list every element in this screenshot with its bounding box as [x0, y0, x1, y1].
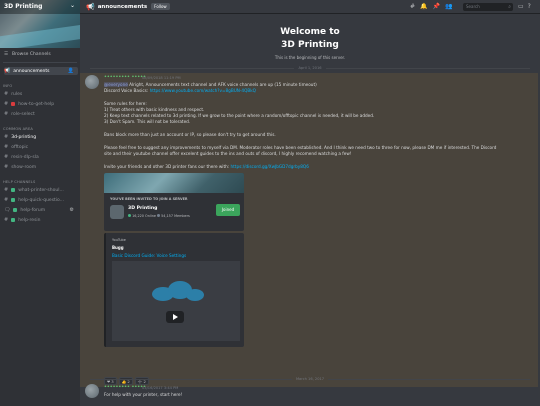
forum-icon: 🗨: [4, 207, 11, 213]
search-input[interactable]: Search ⌕: [463, 3, 513, 11]
hash-icon: #: [4, 144, 9, 150]
sidebar-item-show-room[interactable]: # show-room: [4, 163, 78, 171]
avatar[interactable]: [85, 384, 99, 398]
video-thumbnail[interactable]: [112, 261, 240, 341]
checkmark-icon: [11, 198, 16, 202]
hash-icon: #: [4, 154, 9, 160]
invite-icon[interactable]: 👤: [68, 68, 74, 74]
sidebar-item-help-quick-questions[interactable]: # help-quick-questio...: [4, 196, 78, 204]
everyone-mention[interactable]: @everyone: [104, 82, 128, 87]
checkmark-icon: [13, 208, 18, 212]
help-icon[interactable]: ?: [528, 3, 531, 10]
message-line: 1) Treat others with basic kindness and …: [104, 107, 205, 112]
hash-icon: #: [4, 134, 9, 140]
hash-icon: #: [4, 197, 9, 203]
server-invite-embed: YOU'VE BEEN INVITED TO JOIN A SERVER 3D …: [104, 173, 244, 231]
youtube-link[interactable]: https://www.youtube.com/watch?v=8gBUN-4Q…: [150, 88, 256, 93]
message-line: 3) Don't Spam. This will not be tolerate…: [104, 119, 191, 124]
sidebar-item-what-printer[interactable]: # what-printer-shoul...: [4, 186, 78, 194]
bell-icon[interactable]: 🔔: [420, 3, 427, 10]
video-author[interactable]: Bugg: [112, 245, 124, 250]
hash-icon: #: [4, 217, 9, 223]
message-author[interactable]: ••••••••• •••••: [104, 385, 146, 390]
category-common-area[interactable]: COMMON AREA: [3, 127, 33, 131]
avatar[interactable]: [85, 75, 99, 89]
message-author[interactable]: ••••••••• •••••: [104, 75, 146, 80]
message-line: Please feel free to suggest any improvem…: [104, 145, 497, 150]
chevron-down-icon[interactable]: ⌄: [70, 2, 75, 9]
message-timestamp: 08/09/2018 11:19 PM: [142, 76, 181, 80]
server-icon[interactable]: [110, 205, 124, 219]
server-name[interactable]: 3D Printing: [4, 3, 42, 10]
message-line: site and their youtube channel offer exc…: [104, 151, 352, 156]
message-line: For help with your printer, start here!: [104, 392, 183, 397]
welcome-heading: Welcome to: [280, 27, 340, 37]
welcome-subtitle: This is the beginning of this server.: [274, 55, 346, 60]
message-line: Bans block more than just an account or …: [104, 132, 276, 137]
message-highlighted[interactable]: ••••••••• ••••• 08/09/2018 11:19 PM @eve…: [80, 73, 538, 387]
hash-icon: #: [4, 91, 9, 97]
play-icon[interactable]: [166, 311, 184, 323]
follow-button[interactable]: Follow: [151, 3, 170, 10]
checkmark-icon: [11, 188, 16, 192]
hash-icon: #: [4, 101, 9, 107]
message-line: 2) Keep text channels related to 3d prin…: [104, 113, 375, 118]
invite-server-name[interactable]: 3D Printing: [128, 206, 157, 211]
channel-header: 📢 announcements Follow # 🔔 📌 👥 Search ⌕ …: [80, 0, 540, 14]
date-divider: March 16, 2017: [90, 376, 531, 382]
invite-link[interactable]: https://discord.gg/XwJbGD7dgrby8Q6: [231, 164, 309, 169]
message-line: Discord Voice Basics: https://www.youtub…: [104, 88, 256, 93]
date-divider: April 1, 2016: [90, 65, 531, 71]
online-dot-icon: [128, 214, 131, 217]
category-info[interactable]: INFO: [3, 84, 12, 88]
threads-icon[interactable]: #: [410, 3, 415, 10]
sidebar-item-help-forum[interactable]: 🗨 help-forum ⚙: [4, 206, 78, 214]
gear-icon[interactable]: ⚙: [70, 207, 74, 213]
hash-icon: #: [4, 111, 9, 117]
category-help-channels[interactable]: HELP CHANNELS: [3, 180, 36, 184]
sidebar-item-announcements[interactable]: 📢 announcements 👤: [4, 67, 78, 75]
sidebar-item-rules[interactable]: # rules: [4, 90, 78, 98]
channel-sidebar: 3D Printing ⌄ ☰ Browse Channels 📢 announ…: [0, 0, 80, 406]
sidebar-item-resin-dlp-sla[interactable]: # resin-dlp-sla: [4, 153, 78, 161]
message-line: @everyone Alright, Announcements text ch…: [104, 82, 317, 87]
message-line: Invite your friends and other 3D printer…: [104, 164, 309, 169]
message-line: Some rules for here:: [104, 101, 147, 106]
hash-icon: #: [4, 187, 9, 193]
server-banner[interactable]: 3D Printing ⌄: [0, 0, 80, 48]
browse-channels[interactable]: ☰ Browse Channels: [4, 50, 78, 59]
youtube-embed: YouTube Bugg Basic Discord Guide: Voice …: [104, 233, 244, 347]
sidebar-item-3d-printing[interactable]: # 3d-printing: [4, 133, 78, 141]
sidebar-item-help-resin[interactable]: # help-resin: [4, 216, 78, 224]
announcement-icon: 📢: [4, 68, 11, 74]
browse-icon: ☰: [4, 52, 9, 57]
red-flag-icon: [11, 102, 16, 106]
sidebar-item-role-select[interactable]: # role-select: [4, 110, 78, 118]
channel-title: announcements: [97, 3, 148, 10]
announcement-icon: 📢: [86, 2, 95, 11]
search-icon: ⌕: [508, 4, 511, 10]
welcome-server-name: 3D Printing: [281, 40, 339, 50]
members-dot-icon: [157, 214, 161, 217]
joined-button[interactable]: Joined: [216, 204, 240, 216]
pin-icon[interactable]: 📌: [433, 3, 440, 10]
message-timestamp: 03/16/2017 3:44 PM: [142, 386, 179, 390]
sidebar-item-offtopic[interactable]: # offtopic: [4, 143, 78, 151]
video-title[interactable]: Basic Discord Guide: Voice Settings: [112, 253, 186, 258]
invite-banner: [104, 173, 244, 193]
message-area: Welcome to 3D Printing This is the begin…: [80, 15, 540, 406]
checkmark-icon: [11, 218, 16, 222]
hash-icon: #: [4, 164, 9, 170]
sidebar-item-how-to-get-help[interactable]: # how-to-get-help: [4, 100, 78, 108]
inbox-icon[interactable]: ▭: [518, 3, 524, 10]
members-icon[interactable]: 👥: [445, 3, 452, 10]
